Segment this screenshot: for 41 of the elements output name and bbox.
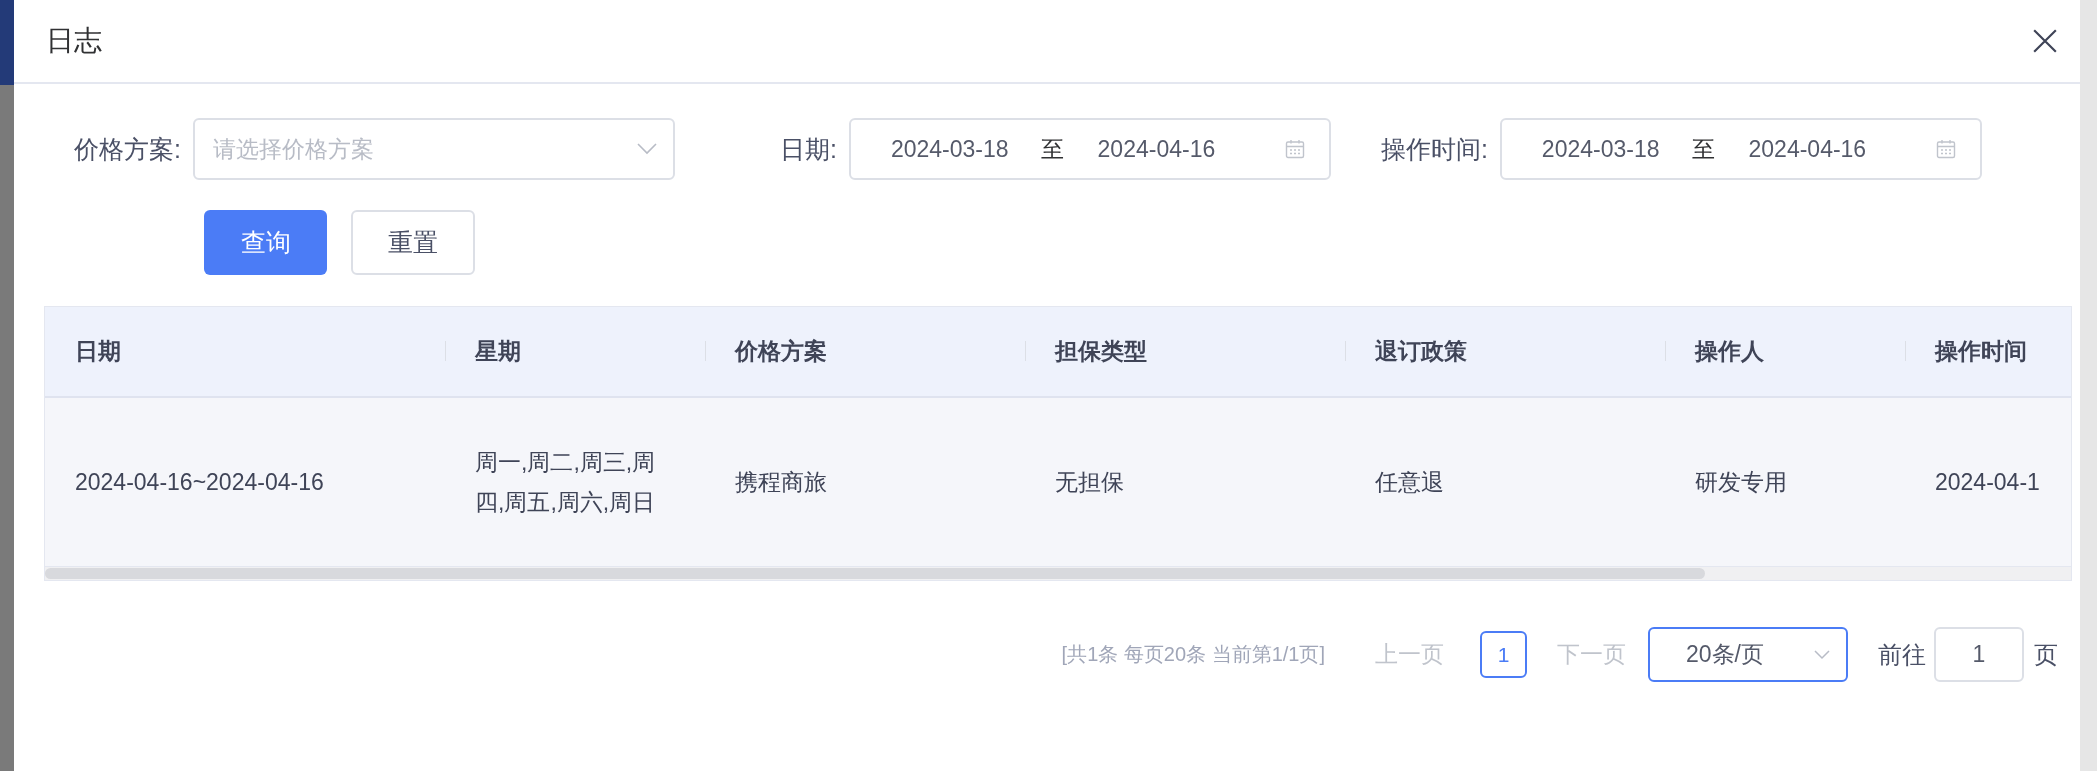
table-cell-text: 携程商旅 [735, 467, 827, 497]
filter-label: 价格方案: [74, 133, 181, 165]
scrollbar-thumb[interactable] [45, 568, 1705, 579]
table-cell-text: 周一,周二,周三,周四,周五,周六,周日 [475, 448, 657, 517]
reset-button[interactable]: 重置 [351, 210, 475, 275]
table-cell-text: 无担保 [1055, 467, 1124, 497]
table-cell-text: 研发专用 [1695, 467, 1787, 497]
date-range-field[interactable]: 2024-03-18 至 2024-04-16 [1499, 118, 1982, 180]
column-header: 退订政策 [1375, 337, 1467, 366]
calendar-icon [1284, 139, 1305, 159]
end-date: 2024-04-16 [1748, 135, 1867, 163]
column-header: 操作人 [1695, 337, 1764, 366]
end-date: 2024-04-16 [1097, 135, 1216, 163]
table-cell-text: 任意退 [1375, 467, 1444, 497]
caret-icon [636, 143, 657, 155]
column-header: 日期 [75, 337, 121, 366]
column-header: 价格方案 [735, 337, 827, 366]
goto-page-input[interactable]: 1 [1934, 627, 2024, 682]
table-cell: 2024-04-16~2024-04-16 [75, 468, 324, 496]
query-button[interactable]: 查询 [204, 210, 327, 275]
pagination-summary: [共1条 每页20条 当前第1/1页] [1061, 642, 1325, 667]
start-date: 2024-03-18 [890, 135, 1009, 163]
page-size-select[interactable]: 20条/页 [1648, 627, 1848, 682]
close-icon[interactable] [2032, 28, 2058, 54]
page-number-button[interactable]: 1 [1480, 631, 1527, 678]
caret-icon [1814, 649, 1830, 660]
page-scrollbar[interactable] [2080, 0, 2097, 771]
table-cell: 2024-04-1 [1935, 468, 2040, 496]
column-header: 星期 [475, 337, 521, 366]
filter-label: 操作时间: [1380, 133, 1488, 165]
filter-label: 日期: [779, 133, 837, 165]
goto-label: 前往 [1878, 639, 1926, 670]
column-header: 担保类型 [1055, 337, 1147, 366]
date-range-field[interactable]: 2024-03-18 至 2024-04-16 [848, 118, 1331, 180]
range-separator: 至 [1691, 134, 1715, 164]
calendar-icon [1935, 139, 1956, 159]
range-separator: 至 [1040, 134, 1064, 164]
dialog-title: 日志 [46, 24, 102, 58]
column-header: 操作时间 [1935, 337, 2027, 366]
page-suffix: 页 [2034, 639, 2058, 670]
start-date: 2024-03-18 [1541, 135, 1660, 163]
